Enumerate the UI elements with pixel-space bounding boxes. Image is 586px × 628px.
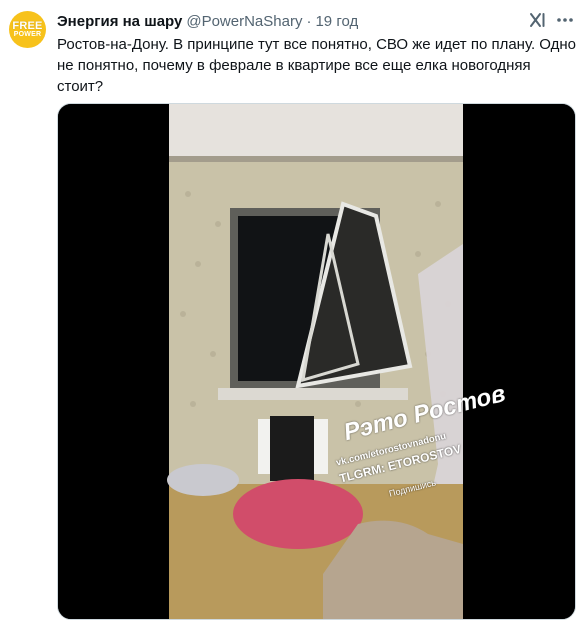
author-avatar[interactable]: FREE POWER — [9, 11, 46, 48]
avatar-text-line1: FREE — [12, 19, 43, 32]
room-ceiling — [169, 104, 463, 162]
hanging-cloth — [270, 416, 314, 481]
tweet-header: Энергия на шару @PowerNaShary · 19 год — [57, 11, 358, 31]
window-sill — [218, 388, 408, 400]
tweet-time[interactable]: 19 год — [315, 13, 358, 30]
more-icon[interactable] — [555, 10, 575, 30]
video-frame — [58, 104, 575, 619]
tweet-video[interactable]: Рэто Ростов vk.com/etorostovnadonu TLGRM… — [57, 103, 576, 620]
tweet-text: Ростов-на-Дону. В принципе тут все понят… — [57, 36, 577, 95]
author-name[interactable]: Энергия на шару — [57, 13, 182, 30]
avatar-text-line2: POWER — [13, 30, 42, 38]
grok-icon[interactable] — [528, 10, 548, 30]
pink-pillow — [233, 479, 363, 549]
author-handle[interactable]: @PowerNaShary — [186, 13, 302, 30]
header-separator: · — [306, 12, 312, 30]
tweet[interactable]: FREE POWER Энергия на шару @PowerNaShary… — [0, 0, 586, 628]
